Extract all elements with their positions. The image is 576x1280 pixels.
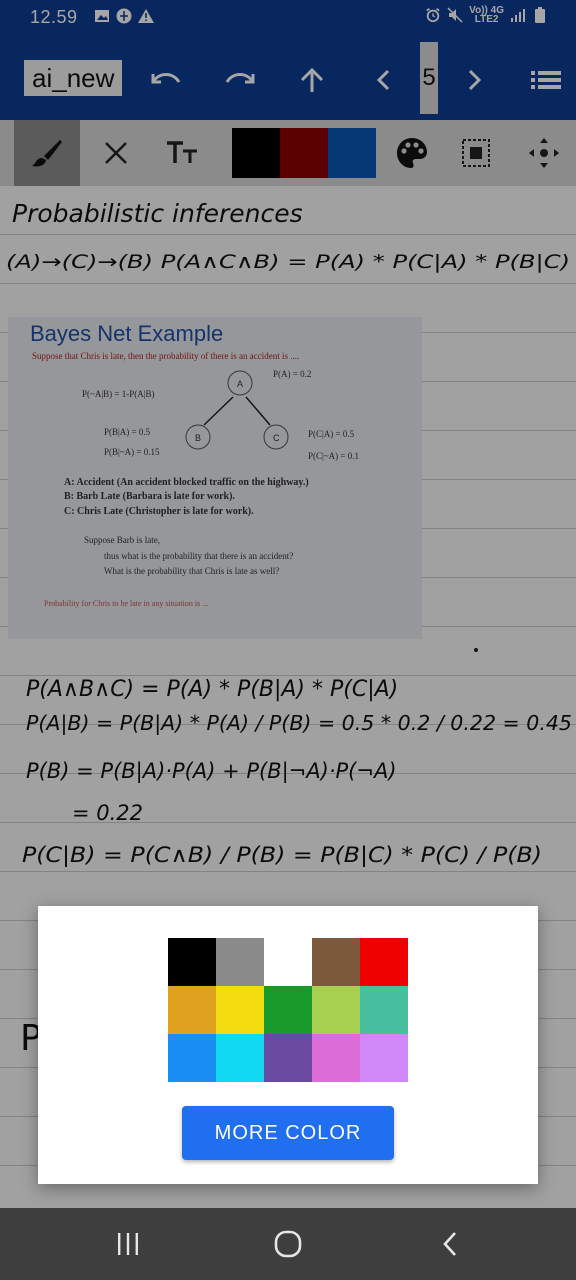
color-swatch-12[interactable] <box>216 1034 264 1082</box>
color-swatch-6[interactable] <box>168 986 216 1034</box>
color-swatch-10[interactable] <box>360 986 408 1034</box>
more-color-button[interactable]: MORE COLOR <box>182 1106 394 1160</box>
color-swatch-7[interactable] <box>216 986 264 1034</box>
home-button[interactable] <box>266 1222 310 1266</box>
back-button[interactable] <box>428 1222 472 1266</box>
color-swatch-13[interactable] <box>264 1034 312 1082</box>
back-chevron-icon <box>443 1232 456 1256</box>
color-swatch-5[interactable] <box>360 938 408 986</box>
color-swatch-9[interactable] <box>312 986 360 1034</box>
color-swatch-15[interactable] <box>360 1034 408 1082</box>
color-swatch-14[interactable] <box>312 1034 360 1082</box>
color-picker-dialog: MORE COLOR <box>38 906 538 1184</box>
recent-apps-button[interactable] <box>106 1222 150 1266</box>
color-swatch-4[interactable] <box>312 938 360 986</box>
color-swatch-3[interactable] <box>264 938 312 986</box>
color-swatch-2[interactable] <box>216 938 264 986</box>
home-icon <box>274 1230 302 1258</box>
system-navigation-bar <box>0 1208 576 1280</box>
recent-apps-icon <box>118 1233 138 1255</box>
color-swatch-1[interactable] <box>168 938 216 986</box>
color-grid <box>168 938 408 1082</box>
color-swatch-11[interactable] <box>168 1034 216 1082</box>
color-swatch-8[interactable] <box>264 986 312 1034</box>
